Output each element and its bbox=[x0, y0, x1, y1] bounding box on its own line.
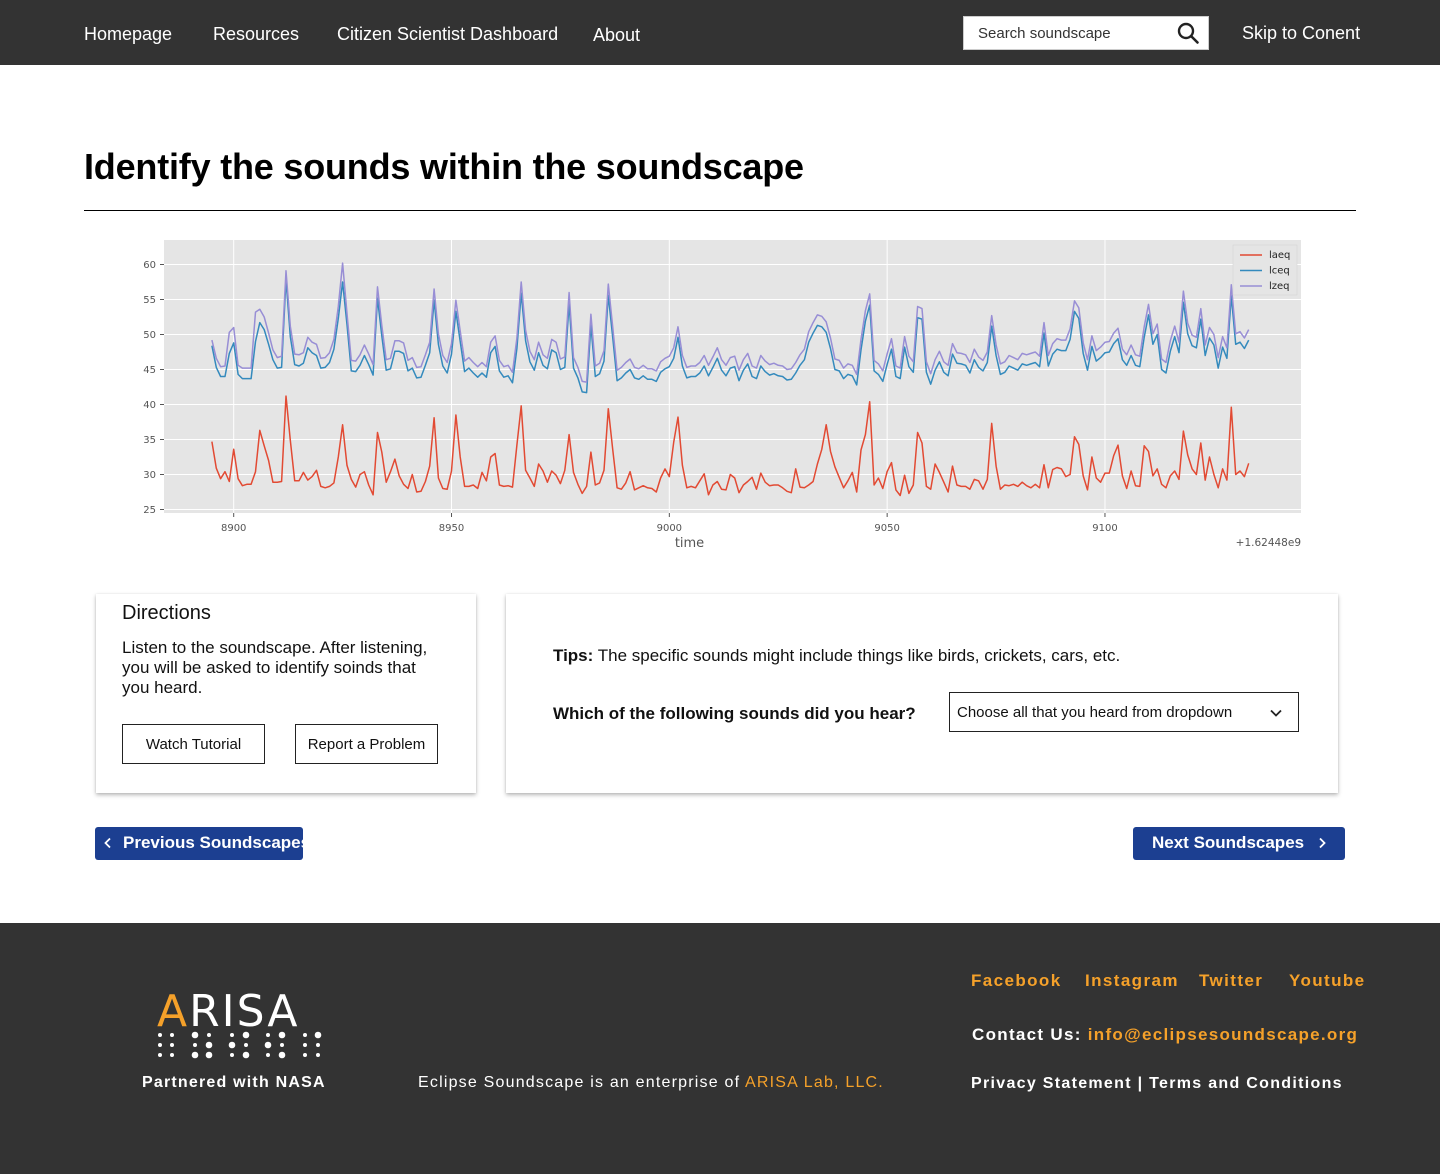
social-twitter-link[interactable]: Twitter bbox=[1199, 971, 1263, 991]
legend-label-lzeq: lzeq bbox=[1269, 281, 1290, 292]
y-tick-label: 55 bbox=[143, 295, 156, 306]
chevron-down-icon bbox=[1270, 709, 1282, 717]
nav-resources[interactable]: Resources bbox=[213, 24, 299, 45]
y-tick-label: 50 bbox=[143, 330, 156, 341]
x-offset-label: +1.62448e9 bbox=[1236, 537, 1301, 549]
y-tick-label: 40 bbox=[143, 400, 156, 411]
x-tick-label: 8900 bbox=[221, 523, 246, 534]
search-box bbox=[963, 16, 1209, 50]
directions-text: Listen to the soundscape. After listenin… bbox=[122, 638, 428, 697]
top-navigation: Homepage Resources Citizen Scientist Das… bbox=[0, 0, 1440, 65]
question-card: Tips: The specific sounds might include … bbox=[506, 594, 1338, 793]
tips-label: Tips: bbox=[553, 646, 594, 665]
enterprise-prefix: Eclipse Soundscape is an enterprise of bbox=[418, 1074, 741, 1091]
x-tick-label: 8950 bbox=[439, 523, 464, 534]
y-tick-label: 30 bbox=[143, 470, 156, 481]
x-tick-label: 9000 bbox=[657, 523, 682, 534]
social-youtube-link[interactable]: Youtube bbox=[1289, 971, 1366, 991]
search-icon[interactable] bbox=[1176, 21, 1200, 45]
x-axis-label: time bbox=[675, 536, 704, 551]
next-soundscapes-button[interactable]: Next Soundscapes bbox=[1133, 827, 1345, 860]
logo-letter-a: A bbox=[157, 986, 189, 1037]
y-tick-label: 35 bbox=[143, 435, 156, 446]
legal-separator: | bbox=[1137, 1075, 1144, 1092]
next-soundscapes-label: Next Soundscapes bbox=[1152, 833, 1305, 852]
svg-text:ARISA: ARISA bbox=[157, 986, 300, 1037]
nav-about[interactable]: About bbox=[593, 25, 640, 46]
y-tick-label: 25 bbox=[143, 505, 156, 516]
y-tick-label: 45 bbox=[143, 365, 156, 376]
privacy-statement-link[interactable]: Privacy Statement bbox=[971, 1075, 1132, 1092]
partnered-with-nasa: Partnered with NASA bbox=[142, 1074, 326, 1091]
sounds-dropdown[interactable]: Choose all that you heard from dropdown bbox=[949, 692, 1299, 732]
title-divider bbox=[84, 210, 1356, 211]
contact-email-link[interactable]: info@eclipsesoundscape.org bbox=[1088, 1025, 1358, 1044]
arisa-lab-link[interactable]: ARISA Lab, LLC. bbox=[745, 1074, 884, 1091]
social-facebook-link[interactable]: Facebook bbox=[971, 971, 1062, 991]
arisa-logo: ARISA bbox=[157, 986, 322, 1059]
watch-tutorial-button[interactable]: Watch Tutorial bbox=[122, 724, 265, 764]
previous-soundscapes-button[interactable]: Previous Soundscapes bbox=[95, 827, 310, 860]
legend-label-laeq: laeq bbox=[1269, 250, 1290, 261]
directions-heading: Directions bbox=[122, 602, 211, 624]
y-tick-label: 60 bbox=[143, 260, 156, 271]
logo-letters-risa: RISA bbox=[189, 986, 299, 1037]
skip-to-content-link[interactable]: Skip to Conent bbox=[1242, 23, 1360, 44]
chevron-right-icon bbox=[1319, 837, 1326, 849]
soundscape-chart: 25 30 35 40 45 50 55 60 8900 8950 9000 9050 9100 time… bbox=[120, 232, 1320, 562]
sounds-dropdown-value: Choose all that you heard from dropdown bbox=[957, 704, 1233, 721]
nav-citizen-scientist-dashboard[interactable]: Citizen Scientist Dashboard bbox=[337, 24, 558, 45]
x-tick-label: 9050 bbox=[874, 523, 899, 534]
page-title: Identify the sounds within the soundscap… bbox=[84, 146, 804, 187]
sounds-question-label: Which of the following sounds did you he… bbox=[553, 704, 916, 723]
nav-homepage[interactable]: Homepage bbox=[84, 24, 172, 45]
x-tick-label: 9100 bbox=[1092, 523, 1117, 534]
previous-soundscapes-label: Previous Soundscapes bbox=[123, 833, 311, 852]
terms-conditions-link[interactable]: Terms and Conditions bbox=[1149, 1075, 1343, 1092]
soundscape-chart-svg: 25 30 35 40 45 50 55 60 8900 8950 9000 9050 9100 time… bbox=[143, 240, 1301, 551]
search-input[interactable] bbox=[964, 17, 1169, 49]
social-instagram-link[interactable]: Instagram bbox=[1085, 971, 1179, 991]
legal-links: Privacy Statement | Terms and Conditions bbox=[971, 1075, 1343, 1093]
chevron-left-icon bbox=[104, 837, 111, 849]
legend-label-lceq: lceq bbox=[1269, 266, 1290, 277]
directions-card: Directions Listen to the soundscape. Aft… bbox=[96, 594, 476, 793]
enterprise-statement: Eclipse Soundscape is an enterprise of A… bbox=[418, 1074, 884, 1092]
tips-line: Tips: The specific sounds might include … bbox=[553, 646, 1120, 666]
report-problem-button[interactable]: Report a Problem bbox=[295, 724, 438, 764]
tips-text: The specific sounds might include things… bbox=[597, 646, 1121, 665]
contact-line: Contact Us: info@eclipsesoundscape.org bbox=[972, 1025, 1358, 1045]
contact-label: Contact Us: bbox=[972, 1025, 1082, 1044]
